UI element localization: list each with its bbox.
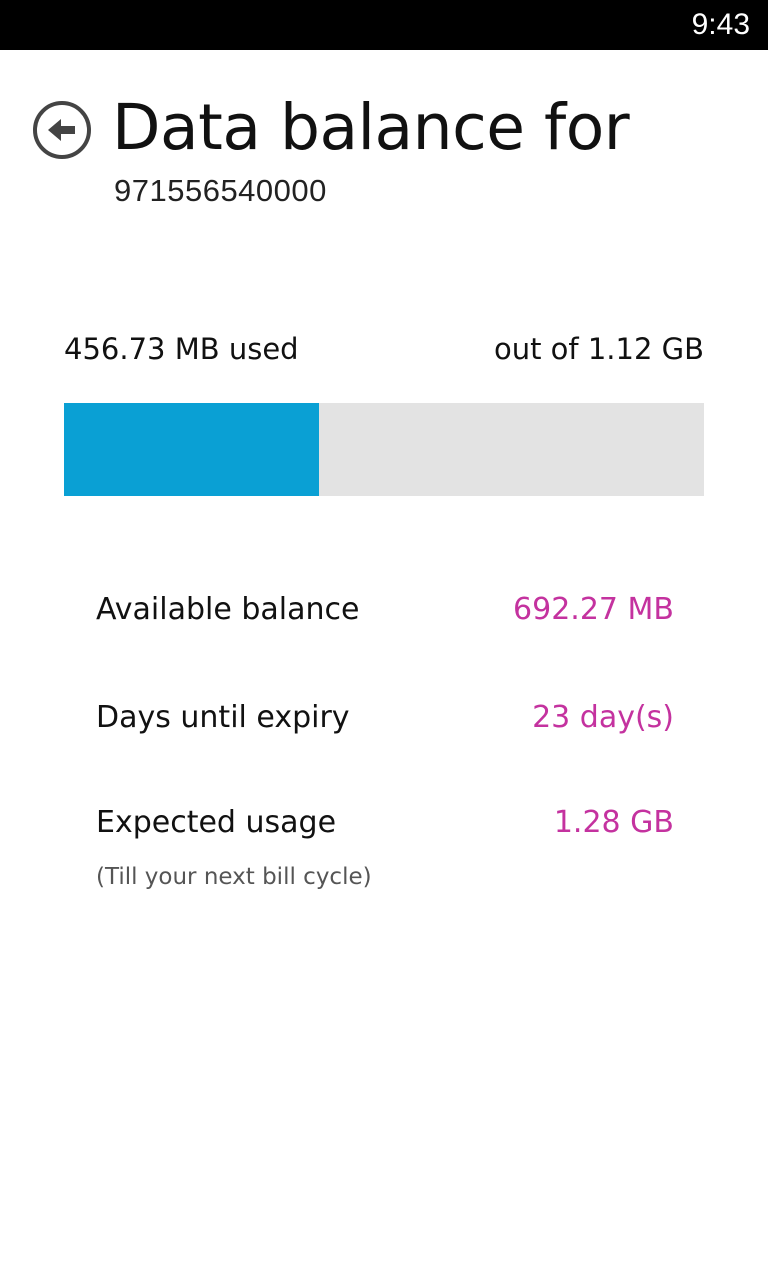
status-bar: 9:43: [0, 0, 768, 50]
status-time: 9:43: [691, 8, 750, 41]
available-balance-label: Available balance: [96, 592, 360, 627]
days-until-expiry-label: Days until expiry: [96, 700, 350, 735]
back-button[interactable]: [32, 100, 92, 160]
expected-usage-note: (Till your next bill cycle): [96, 864, 372, 890]
stat-row-available-balance: Available balance 692.27 MB: [96, 585, 674, 637]
page-title: Data balance for: [112, 91, 630, 164]
expected-usage-value: 1.28 GB: [553, 805, 674, 840]
data-used-label: 456.73 MB used: [64, 332, 299, 366]
expected-usage-label: Expected usage: [96, 805, 337, 840]
balance-stats: Available balance 692.27 MB Days until e…: [96, 585, 674, 850]
arrow-left-circle-icon: [33, 101, 91, 159]
available-balance-value: 692.27 MB: [513, 592, 674, 627]
stat-row-days-until-expiry: Days until expiry 23 day(s): [96, 693, 674, 745]
data-total-label: out of 1.12 GB: [493, 332, 704, 366]
usage-progress-fill: [64, 403, 319, 496]
usage-progress-bar: [64, 403, 704, 496]
phone-number: 971556540000: [114, 173, 327, 208]
stat-row-expected-usage: Expected usage 1.28 GB: [96, 798, 674, 850]
days-until-expiry-value: 23 day(s): [532, 700, 674, 735]
